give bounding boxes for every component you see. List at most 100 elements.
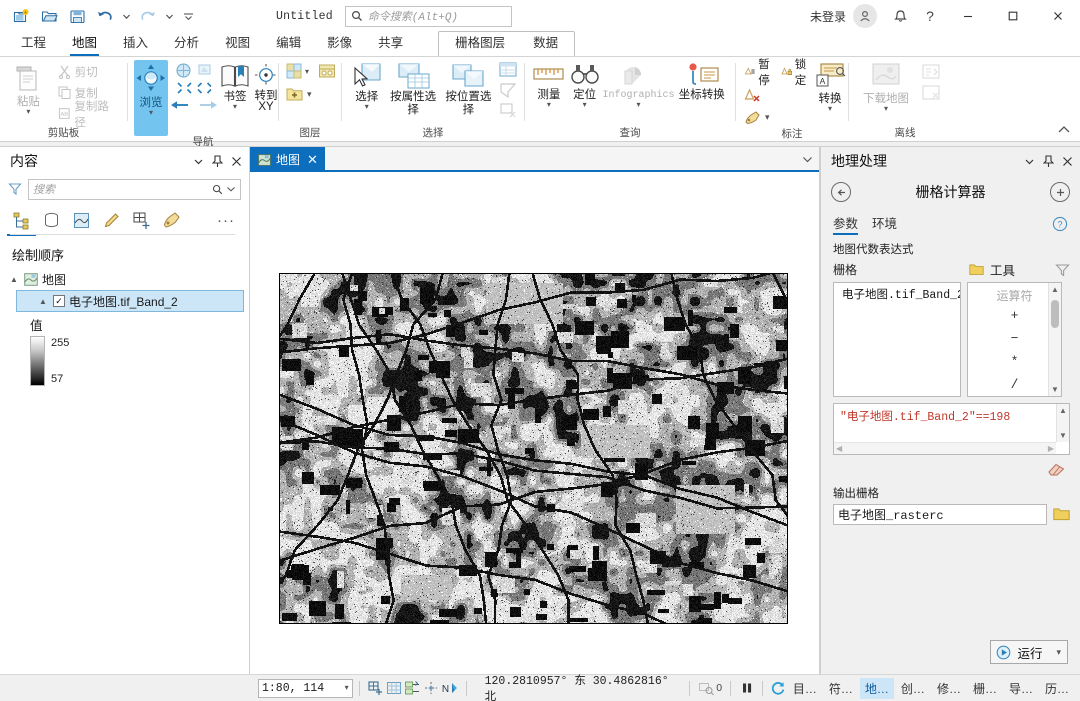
ribbon-tab-share[interactable]: 共享: [365, 32, 416, 56]
sync-icon[interactable]: [921, 63, 941, 81]
scroll-right-icon[interactable]: ▶: [1048, 444, 1054, 453]
scroll-up-icon[interactable]: ▲: [1051, 283, 1059, 296]
expression-editor[interactable]: "电子地图.tif_Band_2"==198 ▲ ▼ ◀ ▶: [833, 403, 1070, 455]
output-raster-input[interactable]: 电子地图_rasterc: [833, 504, 1047, 525]
customize-qat-icon[interactable]: [178, 4, 198, 28]
close-button[interactable]: [1035, 0, 1080, 32]
selection-count-icon[interactable]: [403, 678, 422, 698]
undo-dropdown-icon[interactable]: [120, 4, 133, 28]
geoprocessing-menu-icon[interactable]: [1020, 151, 1038, 171]
snapping-icon[interactable]: [422, 678, 441, 698]
open-project-icon[interactable]: [36, 4, 62, 28]
locate-button[interactable]: 定位 ▾: [567, 60, 603, 109]
cut-button[interactable]: 剪切: [55, 61, 121, 82]
tab-parameters[interactable]: 参数: [833, 213, 859, 235]
convert-labels-button[interactable]: A 转换 ▾: [813, 60, 847, 113]
new-project-icon[interactable]: +: [8, 4, 34, 28]
coordinate-conversion-button[interactable]: 坐标转换: [674, 60, 729, 102]
locate-dropdown-icon[interactable]: ▾: [583, 101, 587, 109]
ribbon-tab-analysis[interactable]: 分析: [161, 32, 212, 56]
raster-list-item[interactable]: 电子地图.tif_Band_2: [834, 283, 960, 302]
contents-pin-icon[interactable]: [208, 151, 226, 171]
grid-icon[interactable]: [384, 678, 403, 698]
clear-selection-icon[interactable]: [498, 101, 518, 119]
toc-map-node[interactable]: ▲ 地图: [0, 268, 249, 290]
redo-dropdown-icon[interactable]: [163, 4, 176, 28]
previous-view-icon[interactable]: [195, 61, 214, 80]
undo-icon[interactable]: [92, 4, 118, 28]
bookmarks-dropdown-icon[interactable]: ▾: [233, 103, 237, 111]
scroll-up-icon[interactable]: ▲: [1059, 404, 1067, 417]
contents-more-options-icon[interactable]: ···: [217, 212, 239, 229]
minimize-button[interactable]: [945, 0, 990, 32]
bottom-tab-geoprocessing[interactable]: 地…: [859, 677, 894, 699]
tool-help-icon[interactable]: ?: [1052, 216, 1068, 235]
back-arrow-icon[interactable]: [831, 182, 851, 202]
convert-labels-dropdown-icon[interactable]: ▾: [828, 105, 832, 113]
save-project-icon[interactable]: [64, 4, 90, 28]
user-avatar-icon[interactable]: [853, 4, 877, 28]
list-by-labeling-icon[interactable]: [160, 208, 183, 232]
search-icon[interactable]: [212, 184, 223, 195]
plus-icon[interactable]: [1050, 182, 1070, 202]
contents-search-input[interactable]: 搜索: [28, 178, 241, 200]
measure-button[interactable]: 测量 ▾: [531, 60, 567, 109]
download-map-dropdown-icon[interactable]: ▾: [884, 105, 888, 113]
ribbon-tab-view[interactable]: 视图: [212, 32, 263, 56]
selected-features-count[interactable]: 0: [696, 678, 724, 698]
folder-icon[interactable]: [969, 263, 984, 276]
map-view-tab[interactable]: 地图 ✕: [250, 147, 325, 172]
chevron-down-icon[interactable]: [226, 184, 236, 194]
raster-layer-display[interactable]: [279, 273, 788, 624]
download-map-button[interactable]: 下载地图 ▾: [855, 60, 917, 113]
zoom-to-selection-icon[interactable]: [498, 81, 518, 99]
operators-listbox[interactable]: 运算符 + − * / ▲ ▼: [967, 282, 1062, 397]
collapse-ribbon-icon[interactable]: [1056, 123, 1072, 137]
redo-icon[interactable]: [135, 4, 161, 28]
list-by-snapping-icon[interactable]: [130, 208, 153, 232]
list-by-drawing-order-icon[interactable]: [7, 208, 36, 236]
select-dropdown-icon[interactable]: ▾: [365, 103, 369, 111]
ribbon-tab-project[interactable]: 工程: [8, 32, 59, 56]
copy-path-button[interactable]: AB 复制路径: [55, 101, 121, 129]
lock-labeling-button[interactable]: 锁定: [779, 59, 814, 87]
add-data-dropdown-icon[interactable]: ▾: [307, 89, 312, 100]
measure-dropdown-icon[interactable]: ▾: [547, 101, 551, 109]
geoprocessing-pin-icon[interactable]: [1039, 151, 1057, 171]
remove-offline-icon[interactable]: [921, 84, 941, 102]
basemap-dropdown-icon[interactable]: ▾: [305, 67, 309, 76]
fixed-zoom-out-icon[interactable]: [196, 81, 213, 95]
basemap-icon[interactable]: [285, 62, 303, 80]
filter-icon[interactable]: [1055, 263, 1070, 277]
infographics-button[interactable]: Infographics ▾: [602, 60, 674, 109]
full-extent-icon[interactable]: [366, 678, 385, 698]
list-by-editing-icon[interactable]: [100, 208, 123, 232]
add-data-icon[interactable]: [285, 85, 304, 103]
north-icon[interactable]: N: [441, 678, 460, 698]
bottom-tab-modify[interactable]: 修…: [932, 678, 966, 699]
maximize-button[interactable]: [990, 0, 1035, 32]
filter-icon[interactable]: [8, 182, 22, 196]
ribbon-tab-edit[interactable]: 编辑: [263, 32, 314, 56]
ribbon-tab-raster-layer[interactable]: 栅格图层: [441, 32, 519, 56]
previous-extent-icon[interactable]: [169, 97, 191, 113]
bottom-tab-raster[interactable]: 栅…: [968, 678, 1002, 699]
run-button[interactable]: 运行 ▾: [990, 640, 1068, 664]
eraser-icon[interactable]: [1047, 461, 1066, 477]
bottom-tab-history[interactable]: 历…: [1040, 678, 1074, 699]
notifications-bell-icon[interactable]: [885, 1, 915, 31]
label-style-button[interactable]: ▾: [742, 107, 772, 128]
map-tabbar-overflow-icon[interactable]: [802, 147, 820, 172]
ribbon-tab-map[interactable]: 地图: [59, 32, 110, 56]
sign-in-status[interactable]: 未登录: [810, 8, 846, 25]
scroll-left-icon[interactable]: ◀: [836, 444, 842, 453]
scroll-down-icon[interactable]: ▼: [1059, 429, 1067, 442]
list-by-data-source-icon[interactable]: [40, 208, 63, 232]
help-icon[interactable]: ?: [915, 1, 945, 31]
refresh-icon[interactable]: [769, 678, 788, 698]
layer-visibility-checkbox[interactable]: ✓: [53, 295, 65, 307]
toc-layer-node[interactable]: ▲ ✓ 电子地图.tif_Band_2: [16, 290, 244, 312]
bottom-tab-create[interactable]: 创…: [896, 678, 930, 699]
tab-environments[interactable]: 环境: [872, 213, 897, 235]
bookmarks-button[interactable]: 书签 ▾: [219, 60, 251, 111]
